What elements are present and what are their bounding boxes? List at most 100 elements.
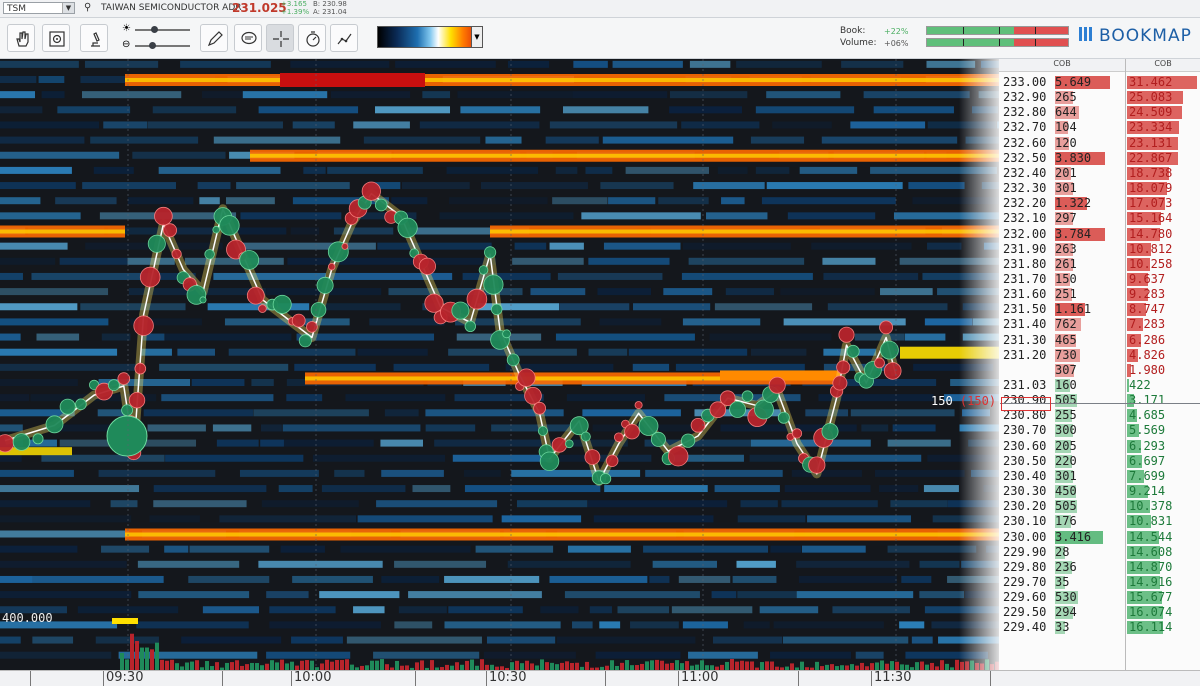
ladder-row[interactable]: 232.00 3.784 14.780 [999, 227, 1200, 242]
microscope-tool-button[interactable] [80, 24, 108, 52]
ladder-row[interactable]: 230.10 176 10.831 [999, 514, 1200, 529]
ladder-row[interactable]: 231.50 1.161 8.747 [999, 302, 1200, 317]
liquidity-band [649, 575, 670, 583]
ladder-row[interactable]: 230.60 205 6.293 [999, 439, 1200, 454]
ladder-price: 230.00 [1003, 529, 1047, 544]
ladder-row[interactable]: 233.00 5.649 31.462 [999, 75, 1200, 90]
trade-bubble [846, 344, 860, 358]
contrast-slider-knob[interactable] [149, 42, 156, 49]
zoom-tool-button[interactable] [42, 24, 70, 52]
liquidity-band [141, 348, 172, 356]
liquidity-band [772, 121, 832, 129]
ladder-row[interactable]: 232.60 120 23.131 [999, 136, 1200, 151]
ladder-row[interactable]: 229.60 530 15.677 [999, 590, 1200, 605]
ladder-row[interactable]: 232.50 3.830 22.867 [999, 151, 1200, 166]
liquidity-band [0, 485, 140, 493]
trade-bubble [613, 432, 624, 443]
ladder-row[interactable]: 229.90 28 14.608 [999, 545, 1200, 560]
ladder-row[interactable]: 231.20 730 4.826 [999, 348, 1200, 363]
heatmap-color-palette[interactable] [377, 26, 483, 48]
liquidity-band [0, 379, 78, 386]
ladder-row[interactable]: 230.50 220 6.697 [999, 454, 1200, 469]
price-ladder[interactable]: COB COB 233.00 5.649 31.462 232.90 265 25.083… [999, 59, 1200, 670]
chevron-down-icon[interactable]: ▼ [62, 3, 74, 13]
ladder-row[interactable]: 307 1.980 [999, 363, 1200, 378]
liquidity-band [261, 500, 359, 508]
liquidity-band [258, 560, 383, 568]
link-icon[interactable]: ⚲ [84, 2, 91, 13]
liquidity-band [821, 136, 958, 144]
liquidity-band [266, 651, 351, 659]
ladder-cob-value: 8.747 [1129, 302, 1166, 317]
ladder-row[interactable]: 232.80 644 24.509 [999, 105, 1200, 120]
ladder-row[interactable]: 230.20 505 10.378 [999, 499, 1200, 514]
trade-bubble [502, 329, 512, 339]
volume-bar [565, 661, 569, 670]
volume-bar [455, 662, 459, 670]
liquidity-band [549, 121, 678, 129]
liquidity-band [0, 530, 130, 538]
indicator-tool-button[interactable] [330, 24, 358, 52]
volume-bar [895, 661, 899, 670]
ladder-row[interactable]: 232.20 1.322 17.073 [999, 196, 1200, 211]
liquidity-band [334, 469, 365, 477]
ladder-book-size: 465 [1055, 332, 1077, 347]
ladder-row[interactable]: 231.70 150 9.637 [999, 272, 1200, 287]
ladder-row[interactable]: 232.40 201 18.738 [999, 166, 1200, 181]
time-tick [291, 671, 292, 686]
order-book-heatmap[interactable] [0, 59, 999, 670]
cob-header-right: COB [1126, 59, 1200, 72]
ladder-row[interactable]: 229.40 33 16.114 [999, 620, 1200, 635]
liquidity-band [357, 348, 428, 356]
pencil-tool-button[interactable] [200, 24, 228, 52]
symbol-select[interactable]: TSM ▼ [3, 2, 75, 14]
ladder-row[interactable]: 231.60 251 9.283 [999, 287, 1200, 302]
ladder-row[interactable]: 229.50 294 16.074 [999, 605, 1200, 620]
ladder-book-size: 730 [1055, 347, 1077, 362]
ladder-row[interactable]: 229.80 236 14.870 [999, 560, 1200, 575]
hand-tool-button[interactable] [7, 24, 35, 52]
ladder-row[interactable]: 231.80 261 10.258 [999, 257, 1200, 272]
liquidity-band [559, 303, 630, 311]
ladder-row[interactable]: 231.03 160 422 [999, 378, 1200, 393]
ladder-row[interactable]: 230.30 450 9.214 [999, 484, 1200, 499]
ladder-price: 231.60 [1003, 287, 1047, 302]
trade-bubble [606, 454, 619, 468]
contrast-slider[interactable] [135, 42, 190, 49]
brightness-slider-knob[interactable] [151, 26, 158, 33]
ladder-price: 232.90 [1003, 90, 1047, 105]
ladder-cob-value: 14.544 [1129, 529, 1173, 544]
comment-tool-button[interactable] [234, 24, 262, 52]
ladder-row[interactable]: 232.70 104 23.334 [999, 120, 1200, 135]
ladder-row[interactable]: 232.10 297 15.164 [999, 211, 1200, 226]
liquidity-band [394, 621, 433, 629]
liquidity-band [238, 242, 376, 250]
ladder-book-size: 505 [1055, 393, 1077, 408]
heatmap-canvas[interactable] [0, 59, 999, 670]
brightness-slider[interactable] [135, 26, 190, 33]
ladder-book-size: 160 [1055, 378, 1077, 392]
chevron-down-icon[interactable]: ▼ [471, 26, 483, 48]
ladder-row[interactable]: 231.30 465 6.286 [999, 333, 1200, 348]
ladder-row[interactable]: 231.40 762 7.283 [999, 317, 1200, 332]
ladder-row[interactable]: 230.70 300 5.569 [999, 423, 1200, 438]
ladder-row[interactable]: 231.90 263 10.812 [999, 242, 1200, 257]
liquidity-band [689, 60, 731, 68]
ladder-row[interactable]: 232.30 301 18.079 [999, 181, 1200, 196]
crosshair-tool-button[interactable] [266, 24, 294, 52]
ladder-row[interactable]: 230.40 301 7.699 [999, 469, 1200, 484]
ladder-row[interactable]: 232.90 265 25.083 [999, 90, 1200, 105]
volume-bar [515, 660, 519, 670]
liquidity-band [242, 91, 328, 99]
liquidity-band [737, 515, 806, 523]
trade-bubble [310, 302, 327, 318]
stopwatch-tool-button[interactable] [298, 24, 326, 52]
liquidity-band [573, 60, 608, 68]
trade-bubble [624, 423, 640, 440]
time-axis[interactable]: 09:30 10:00 10:30 11:00 11:30 [0, 670, 1200, 686]
ladder-row[interactable]: 230.00 3.416 14.544 [999, 530, 1200, 545]
liquidity-band [180, 60, 271, 68]
ladder-row[interactable]: 229.70 35 14.916 [999, 575, 1200, 590]
liquidity-band [652, 560, 717, 568]
trade-bubble [374, 198, 388, 212]
